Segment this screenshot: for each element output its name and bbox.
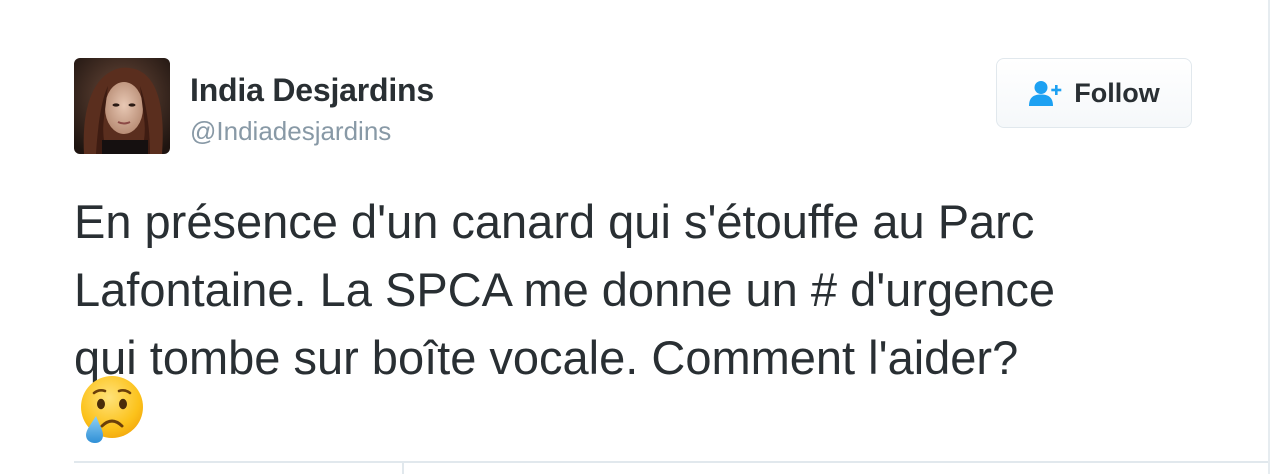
crying-face-icon	[76, 374, 146, 444]
action-bar-divider	[74, 461, 1268, 463]
card-edge	[1268, 0, 1270, 474]
avatar-image	[74, 58, 170, 154]
action-bar-separator	[402, 461, 404, 474]
user-handle[interactable]: @Indiadesjardins	[190, 116, 391, 147]
follow-button[interactable]: Follow	[996, 58, 1192, 128]
display-name[interactable]: India Desjardins	[190, 72, 434, 109]
avatar[interactable]	[74, 58, 170, 154]
add-user-icon	[1028, 79, 1064, 107]
tweet-text: En présence d'un canard qui s'étouffe au…	[74, 195, 1056, 384]
follow-button-label: Follow	[1074, 77, 1160, 108]
